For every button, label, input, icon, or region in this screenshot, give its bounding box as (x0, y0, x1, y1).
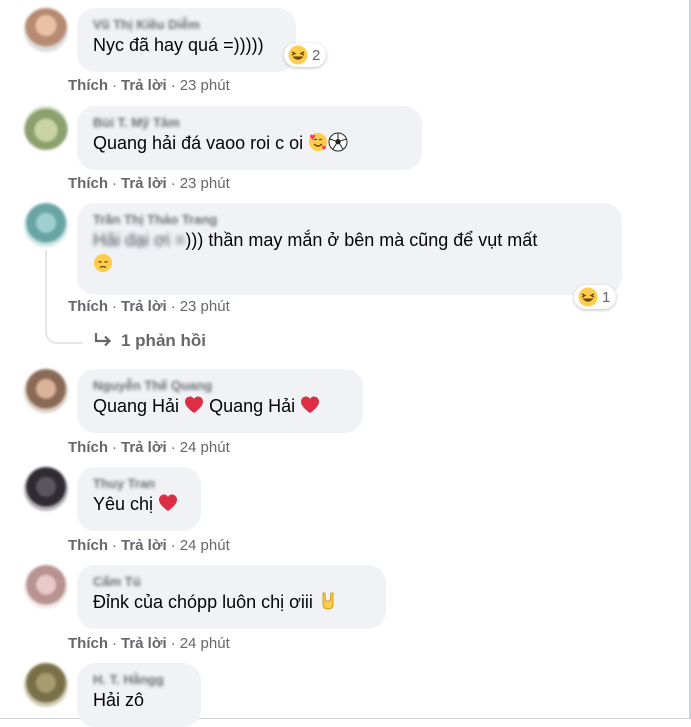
smiling-hearts-emoji-icon (309, 133, 328, 151)
comment-bubble: H. T. Hằngg Hải zô (77, 663, 201, 727)
avatar[interactable] (24, 203, 68, 247)
comment-text-content: Quang hải đá vaoo roi c oi (93, 133, 304, 153)
reply-link[interactable]: Trả lời (121, 77, 167, 94)
timestamp[interactable]: 23 phút (180, 77, 230, 94)
comment-text-content: ))) thần may mắn ở bên mà cũng để vụt mấ… (185, 230, 538, 250)
replies-count-label: 1 phản hồi (121, 331, 206, 350)
comment-text-content: Đỉnk của chópp luôn chị ơiii (93, 592, 313, 612)
comment-author[interactable]: Trần Thị Thảo Trang (93, 211, 610, 228)
rock-on-hand-emoji-icon (322, 592, 334, 610)
timestamp[interactable]: 24 phút (180, 439, 230, 456)
avatar[interactable] (24, 467, 68, 511)
comment-bubble: Nguyễn Thế Quang Quang Hải Quang Hải (77, 369, 363, 433)
comment-author[interactable]: Nguyễn Thế Quang (93, 377, 351, 394)
comment-bubble: Trần Thị Thảo Trang Hải dại ơi =))) thần… (77, 203, 622, 295)
timestamp[interactable]: 23 phút (180, 175, 230, 192)
reply-link[interactable]: Trả lời (121, 635, 167, 652)
avatar[interactable] (24, 369, 68, 413)
comment-actions: Thích · Trả lời · 24 phút (68, 537, 230, 554)
comment-actions: Thích · Trả lời · 24 phút (68, 439, 230, 456)
comment-text: Quang Hải Quang Hải (93, 394, 351, 418)
reaction-count: 2 (312, 46, 321, 64)
comment-bubble: Bùi T. Mỹ Tâm Quang hải đá vaoo roi c oi (77, 106, 422, 170)
reply-link[interactable]: Trả lời (121, 175, 167, 192)
avatar[interactable] (24, 106, 68, 150)
disappointed-emoji-icon (94, 254, 112, 272)
comment-bubble: Thuy Tran Yêu chị (77, 467, 201, 531)
reaction-badge[interactable]: 1 (574, 285, 617, 309)
comment-author[interactable]: Thuy Tran (93, 475, 189, 492)
mention[interactable]: Hải dại ơi = (93, 230, 185, 250)
avatar[interactable] (24, 565, 68, 609)
red-heart-emoji-icon (301, 396, 320, 413)
comment-actions: Thích · Trả lời · 23 phút (68, 298, 230, 315)
comment-author[interactable]: H. T. Hằngg (93, 671, 189, 688)
like-link[interactable]: Thích (68, 537, 108, 554)
red-heart-emoji-icon (185, 396, 204, 413)
comment-text-content: Yêu chị (93, 494, 154, 514)
like-link[interactable]: Thích (68, 635, 108, 652)
timestamp[interactable]: 23 phút (180, 298, 230, 315)
reply-link[interactable]: Trả lời (121, 298, 167, 315)
comment-text: Yêu chị (93, 492, 189, 516)
like-link[interactable]: Thích (68, 175, 108, 192)
comment-text-content: Quang Hải (209, 396, 296, 416)
comment-bubble: Vũ Thị Kiều Diễm Nyc đã hay quá =))))) (77, 8, 296, 72)
comment-text: Nyc đã hay quá =))))) (93, 35, 264, 55)
comment-actions: Thích · Trả lời · 23 phút (68, 77, 230, 94)
comment-text-line2 (93, 252, 610, 276)
comment-text: Hải zô (93, 690, 145, 710)
comment-text: Đỉnk của chópp luôn chị ơiii (93, 590, 374, 614)
comment-author[interactable]: Vũ Thị Kiều Diễm (93, 16, 284, 33)
soccer-ball-emoji-icon (328, 132, 348, 152)
comment-text: Hải dại ơi =))) thần may mắn ở bên mà cũ… (93, 228, 610, 252)
comment-actions: Thích · Trả lời · 23 phút (68, 175, 230, 192)
avatar[interactable] (24, 663, 68, 707)
timestamp[interactable]: 24 phút (180, 635, 230, 652)
reply-link[interactable]: Trả lời (121, 537, 167, 554)
comment-author[interactable]: Bùi T. Mỹ Tâm (93, 114, 410, 131)
red-heart-emoji-icon (159, 494, 178, 511)
like-link[interactable]: Thích (68, 298, 108, 315)
comment-text: Quang hải đá vaoo roi c oi (93, 131, 410, 155)
comment-author[interactable]: Cẩm Tú (93, 573, 374, 590)
like-link[interactable]: Thích (68, 439, 108, 456)
like-link[interactable]: Thích (68, 77, 108, 94)
reaction-count: 1 (602, 288, 611, 306)
comment-text-content: Quang Hải (93, 396, 180, 416)
thread-connector (45, 318, 83, 344)
avatar[interactable] (24, 8, 68, 52)
laughing-emoji-icon (578, 287, 598, 307)
view-replies-button[interactable]: 1 phản hồi (93, 331, 206, 351)
reply-arrow-icon (94, 333, 112, 347)
timestamp[interactable]: 24 phút (180, 537, 230, 554)
reaction-badge[interactable]: 2 (284, 43, 327, 67)
laughing-emoji-icon (288, 45, 308, 65)
reply-link[interactable]: Trả lời (121, 439, 167, 456)
comment-actions: Thích · Trả lời · 24 phút (68, 635, 230, 652)
comment-bubble: Cẩm Tú Đỉnk của chópp luôn chị ơiii (77, 565, 386, 629)
